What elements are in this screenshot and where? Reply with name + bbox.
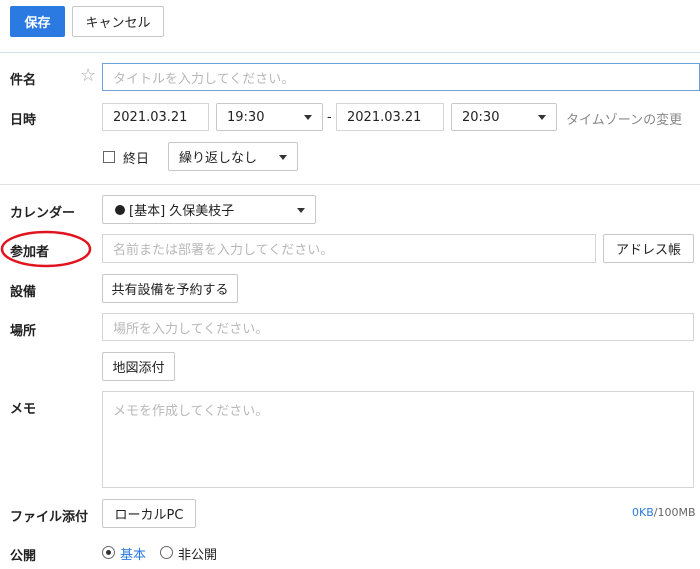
date-range-separator: -	[327, 110, 332, 125]
cancel-button[interactable]: キャンセル	[72, 6, 164, 37]
visibility-private-label: 非公開	[178, 548, 218, 563]
visibility-private-radio[interactable]	[160, 546, 173, 559]
equipment-label: 設備	[10, 285, 37, 300]
attachment-used: 0KB	[632, 506, 654, 519]
end-date-input[interactable]: 2021.03.21	[336, 103, 444, 131]
subject-input[interactable]: タイトルを入力してください。	[102, 63, 700, 91]
visibility-label: 公開	[10, 549, 37, 564]
all-day-checkbox[interactable]	[103, 151, 115, 163]
save-button[interactable]: 保存	[10, 6, 65, 37]
attach-map-button[interactable]: 地図添付	[102, 352, 175, 381]
location-placeholder: 場所を入力してください。	[113, 321, 269, 337]
all-day-label: 終日	[123, 152, 150, 167]
location-input[interactable]: 場所を入力してください。	[102, 313, 694, 341]
chevron-down-icon	[297, 207, 305, 213]
star-icon[interactable]: ☆	[80, 66, 96, 86]
chevron-down-icon	[279, 154, 287, 160]
calendar-color-dot-icon	[115, 205, 125, 215]
memo-label: メモ	[10, 402, 37, 417]
calendar-label: カレンダー	[10, 206, 76, 221]
calendar-select[interactable]: [基本] 久保美枝子	[102, 195, 316, 224]
attendees-input[interactable]: 名前または部署を入力してください。	[102, 234, 596, 263]
attachment-limit: /100MB	[653, 506, 696, 519]
repeat-value: 繰り返しなし	[179, 151, 258, 166]
attendees-label: 参加者	[10, 245, 50, 260]
calendar-value: [基本] 久保美枝子	[129, 204, 235, 219]
subject-placeholder: タイトルを入力してください。	[113, 71, 295, 87]
location-label: 場所	[10, 324, 37, 339]
attachment-label: ファイル添付	[10, 510, 89, 525]
start-time-select[interactable]: 19:30	[216, 103, 323, 131]
memo-placeholder: メモを作成してください。	[113, 404, 269, 419]
toolbar-divider	[0, 52, 700, 53]
memo-textarea[interactable]: メモを作成してください。	[102, 391, 694, 488]
reserve-equipment-button[interactable]: 共有設備を予約する	[102, 274, 238, 303]
address-book-button[interactable]: アドレス帳	[603, 234, 694, 263]
section-divider	[0, 184, 700, 185]
attendees-placeholder: 名前または部署を入力してください。	[113, 243, 334, 258]
repeat-select[interactable]: 繰り返しなし	[168, 142, 298, 171]
end-time-select[interactable]: 20:30	[451, 103, 557, 131]
chevron-down-icon	[538, 115, 546, 120]
chevron-down-icon	[304, 115, 312, 120]
local-pc-button[interactable]: ローカルPC	[102, 499, 196, 528]
attachment-usage: 0KB/100MB	[632, 506, 696, 519]
datetime-label: 日時	[10, 113, 37, 128]
start-time-value: 19:30	[227, 109, 265, 125]
subject-label: 件名	[10, 73, 37, 88]
visibility-basic-label: 基本	[120, 548, 147, 563]
start-date-input[interactable]: 2021.03.21	[102, 103, 209, 131]
timezone-change-link[interactable]: タイムゾーンの変更	[566, 109, 682, 128]
start-date-value: 2021.03.21	[113, 109, 188, 125]
visibility-basic-radio[interactable]	[102, 546, 115, 559]
end-time-value: 20:30	[462, 109, 500, 125]
end-date-value: 2021.03.21	[347, 109, 422, 125]
